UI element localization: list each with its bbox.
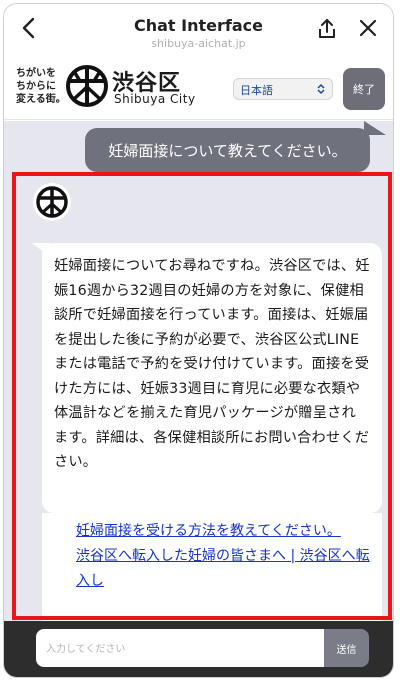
browser-top-bar: Chat Interface shibuya-aichat.jp <box>4 4 393 54</box>
tagline-line-1: ちがいを <box>16 68 56 79</box>
city-name-english: Shibuya City <box>114 92 196 106</box>
language-select-value: 日本語 <box>240 84 273 97</box>
tagline-line-3: 変える街。 <box>16 94 66 105</box>
user-message-bubble: 妊婦面接について教えてください。 <box>85 128 370 172</box>
related-link-2[interactable]: 渋谷区へ転入した妊婦の皆さまへ | 渋谷区へ転入し <box>76 544 372 594</box>
send-button[interactable]: 送信 <box>324 629 369 667</box>
app-header: ちがいを ちからに 変える街。 渋谷区 Shibuya City 日本語 終了 <box>4 54 393 120</box>
bot-message-text: 妊婦面接についてお尋ねですね。渋谷区では、妊娠16週から32週目の妊婦の方を対象… <box>54 258 370 470</box>
language-select[interactable]: 日本語 <box>233 78 333 100</box>
close-icon[interactable] <box>358 18 378 38</box>
city-tagline: ちがいを ちからに 変える街。 <box>16 67 66 106</box>
message-input[interactable]: 入力してください <box>36 629 326 667</box>
shibuya-logo-icon <box>66 65 108 107</box>
chat-area[interactable]: 妊婦面接について教えてください。 妊婦面接についてお尋ねですね。渋谷区では、妊娠… <box>4 121 393 626</box>
end-button[interactable]: 終了 <box>343 68 385 110</box>
related-links: 妊婦面接を受ける方法を教えてください。 渋谷区へ転入した妊婦の皆さまへ | 渋谷… <box>42 513 382 626</box>
tagline-line-2: ちからに <box>16 81 56 92</box>
input-bar: 入力してください 送信 <box>4 621 393 677</box>
bot-message-bubble: 妊婦面接についてお尋ねですね。渋谷区では、妊娠16週から32週目の妊婦の方を対象… <box>42 243 382 513</box>
user-message-text: 妊婦面接について教えてください。 <box>108 141 347 160</box>
related-link-1[interactable]: 妊婦面接を受ける方法を教えてください。 <box>76 519 372 544</box>
share-icon[interactable] <box>316 16 338 40</box>
chevron-updown-icon <box>317 83 325 95</box>
phone-frame: Chat Interface shibuya-aichat.jp ちがいを ちか… <box>3 3 394 678</box>
bot-avatar-icon <box>33 183 71 221</box>
